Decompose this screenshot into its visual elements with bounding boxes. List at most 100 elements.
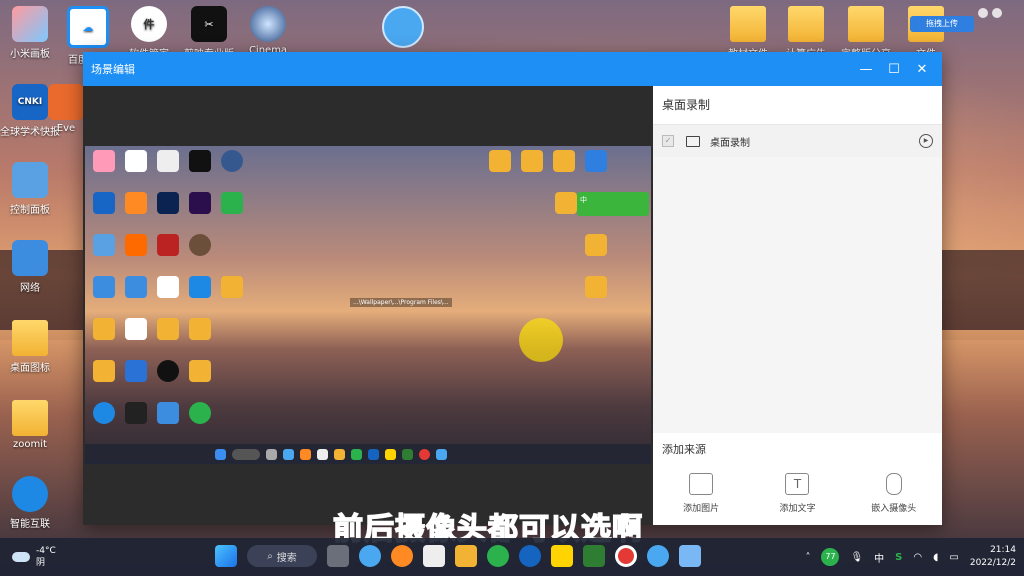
mini-task-icon xyxy=(232,448,260,460)
store-icon[interactable] xyxy=(423,545,445,567)
mini-icon xyxy=(125,192,147,214)
mini-task-icon xyxy=(215,448,226,460)
close-button[interactable]: ✕ xyxy=(908,62,936,77)
floating-recorder-ball[interactable] xyxy=(382,6,424,48)
mini-icon xyxy=(189,192,211,214)
text-icon: T xyxy=(785,473,810,495)
sphere-icon xyxy=(250,6,286,42)
search-button[interactable]: ⌕ 搜索 xyxy=(247,545,317,567)
desktop-icon-control-panel[interactable]: 控制面板 xyxy=(0,162,60,216)
mini-icon xyxy=(189,402,211,424)
app-tray-icon[interactable]: S xyxy=(895,552,902,563)
start-icon[interactable] xyxy=(215,545,237,567)
mini-task-icon xyxy=(385,448,396,460)
desktop-icon-xiaomi[interactable]: 小米画板 xyxy=(0,6,60,60)
app-tray-icon xyxy=(978,8,988,18)
search-app-icon[interactable] xyxy=(391,545,413,567)
desktop-icon-label: Eve xyxy=(56,123,76,134)
clock[interactable]: 21:14 2022/12/2 xyxy=(970,544,1016,570)
mini-icon xyxy=(93,360,115,382)
ime-indicator[interactable]: 中 xyxy=(874,550,884,565)
desktop-icon-folder-desktop[interactable]: 桌面图标 xyxy=(0,320,60,374)
record-icon[interactable] xyxy=(615,545,637,567)
top-right-tray xyxy=(978,8,1002,18)
mini-icon xyxy=(585,276,607,298)
mini-icon xyxy=(189,360,211,382)
task-view-icon[interactable] xyxy=(327,545,349,567)
desktop-icon-cinema[interactable]: Cinema xyxy=(238,6,298,56)
app-icon[interactable] xyxy=(647,545,669,567)
wifi-icon[interactable]: ◠ xyxy=(913,552,922,563)
speaker-icon[interactable]: ◖ xyxy=(933,552,938,563)
mini-task-icon xyxy=(419,448,430,460)
desktop-icon-network[interactable]: 网络 xyxy=(0,240,60,294)
taskbar: -4°C 阴 ⌕ 搜索 ˄ 77 🎙 中 S ◠ ◖ ▭ 21:14 2022/ xyxy=(0,538,1024,576)
app-icon[interactable] xyxy=(519,545,541,567)
mini-icon xyxy=(93,402,115,424)
mini-task-icon xyxy=(317,448,328,460)
chevron-up-icon[interactable]: ˄ xyxy=(805,552,810,563)
file-explorer-icon[interactable] xyxy=(455,545,477,567)
cloud-icon xyxy=(12,552,30,562)
minimize-button[interactable]: — xyxy=(852,62,880,77)
control-panel-icon xyxy=(12,162,48,198)
preview-area: 中 ...\Wallpaper\...\Program Files\... xyxy=(83,86,653,525)
search-label: 搜索 xyxy=(276,552,297,564)
app-icon[interactable] xyxy=(359,545,381,567)
source-list-empty xyxy=(653,157,942,433)
desktop-icon-zoomit[interactable]: zoomit xyxy=(0,400,60,450)
mini-icon xyxy=(93,234,115,256)
desktop-icon-eve[interactable]: Eve xyxy=(48,84,84,134)
mini-icon xyxy=(125,318,147,340)
cloud-icon: ☁ xyxy=(67,6,109,48)
microphone-icon[interactable]: 🎙 xyxy=(850,552,863,563)
system-tray: ˄ 77 🎙 中 S ◠ ◖ ▭ 21:14 2022/12/2 xyxy=(805,538,1016,576)
maximize-button[interactable]: ☐ xyxy=(880,62,908,77)
cnki-icon: CNKI xyxy=(12,84,48,120)
source-checkbox[interactable]: ✓ xyxy=(662,135,674,147)
add-text-button[interactable]: T 添加文字 xyxy=(757,473,837,514)
app-icon[interactable] xyxy=(487,545,509,567)
app-icon xyxy=(12,6,48,42)
camera-icon xyxy=(885,473,902,495)
mini-task-icon xyxy=(266,448,277,460)
mini-icon xyxy=(93,276,115,298)
battery-icon[interactable]: ▭ xyxy=(949,552,958,563)
scene-editor-window: 场景编辑 — ☐ ✕ 中 ...\Wallpaper\...\Program F… xyxy=(83,52,942,525)
add-source-row: 添加图片 T 添加文字 嵌入摄像头 xyxy=(653,463,942,514)
source-row-desktop[interactable]: ✓ 桌面录制 ▶ xyxy=(653,125,942,157)
search-icon: ⌕ xyxy=(267,550,273,562)
app-icon xyxy=(48,84,84,120)
folder-icon xyxy=(788,6,824,42)
app-icon[interactable] xyxy=(679,545,701,567)
shield-icon[interactable] xyxy=(583,545,605,567)
play-icon[interactable]: ▶ xyxy=(919,134,933,148)
mini-icon xyxy=(489,150,511,172)
sticky-notes-icon[interactable] xyxy=(551,545,573,567)
mini-icon xyxy=(189,276,211,298)
mini-icon xyxy=(221,150,243,172)
mini-icon xyxy=(93,192,115,214)
mini-icon xyxy=(157,192,179,214)
mini-icon xyxy=(189,234,211,256)
mini-task-icon xyxy=(436,448,447,460)
desktop-icon-smart-link[interactable]: 智能互联 xyxy=(0,476,60,530)
clock-date: 2022/12/2 xyxy=(969,558,1016,568)
add-camera-label: 嵌入摄像头 xyxy=(871,504,917,514)
window-content: 中 ...\Wallpaper\...\Program Files\... 桌面… xyxy=(83,86,942,525)
window-title: 场景编辑 xyxy=(91,63,135,76)
app-tray-icon xyxy=(992,8,1002,18)
desktop-icon-label: 小米画板 xyxy=(10,49,50,60)
mini-icon xyxy=(221,192,243,214)
tray-badge[interactable]: 77 xyxy=(821,548,840,566)
upload-badge[interactable]: 拖拽上传 xyxy=(910,16,974,32)
mini-task-icon xyxy=(351,448,362,460)
mini-icon xyxy=(125,276,147,298)
weather-text: 阴 xyxy=(36,558,46,568)
mini-task-icon xyxy=(402,448,413,460)
add-image-button[interactable]: 添加图片 xyxy=(661,473,741,514)
mini-icon xyxy=(157,318,179,340)
folder-icon xyxy=(848,6,884,42)
add-camera-button[interactable]: 嵌入摄像头 xyxy=(854,473,934,514)
weather-widget[interactable]: -4°C 阴 xyxy=(12,545,132,569)
